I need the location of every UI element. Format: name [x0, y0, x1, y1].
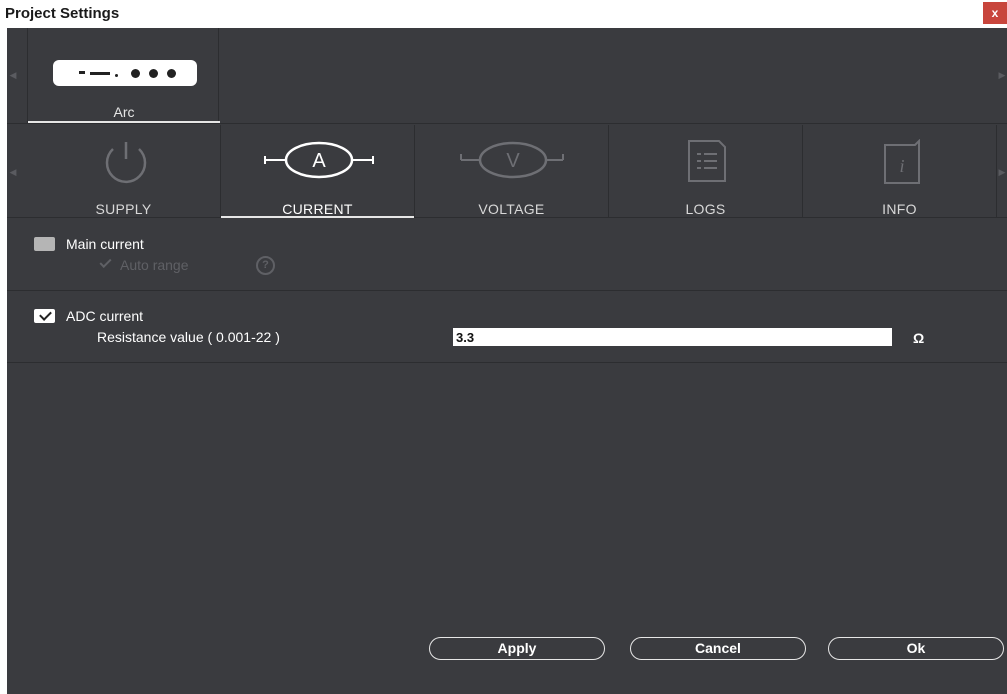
- tab-voltage[interactable]: V VOLTAGE: [415, 125, 609, 218]
- apply-button[interactable]: Apply: [429, 637, 605, 660]
- ok-button[interactable]: Ok: [828, 637, 1004, 660]
- device-selected-indicator: [28, 121, 220, 123]
- title-bar: Project Settings x: [0, 0, 1007, 28]
- main-current-label: Main current: [66, 236, 144, 252]
- ammeter-icon: A: [264, 141, 374, 179]
- svg-text:V: V: [506, 150, 520, 172]
- tab-prev-arrow-icon[interactable]: ◀: [8, 167, 18, 178]
- window-title: Project Settings: [5, 5, 120, 22]
- info-icon: i: [884, 139, 920, 184]
- cancel-button[interactable]: Cancel: [630, 637, 806, 660]
- close-button[interactable]: x: [983, 2, 1007, 24]
- tab-label: VOLTAGE: [478, 201, 545, 217]
- tab-label: INFO: [882, 201, 917, 217]
- tab-current[interactable]: A CURRENT: [221, 125, 415, 218]
- help-icon[interactable]: ?: [256, 256, 275, 275]
- resistance-input[interactable]: [453, 328, 892, 346]
- logs-icon: [688, 140, 726, 182]
- tab-active-indicator: [221, 216, 414, 218]
- device-prev-arrow-icon[interactable]: ◀: [8, 70, 18, 81]
- settings-window: ◀ Arc ▶ ◀ SUPPLY A CURRENT V VOLTAGE LOG…: [7, 28, 1007, 694]
- power-icon: [105, 142, 147, 184]
- auto-range-check-icon: [99, 255, 112, 269]
- voltmeter-icon: V: [460, 141, 564, 179]
- svg-text:i: i: [899, 156, 904, 176]
- adc-current-label: ADC current: [66, 308, 144, 324]
- tab-logs[interactable]: LOGS: [609, 125, 803, 218]
- device-name: Arc: [113, 104, 135, 120]
- device-selector-row: ◀ Arc ▶: [7, 28, 1007, 124]
- tab-label: SUPPLY: [95, 201, 152, 217]
- device-next-arrow-icon[interactable]: ▶: [997, 70, 1007, 81]
- tab-label: LOGS: [685, 201, 726, 217]
- tab-bar: ◀ SUPPLY A CURRENT V VOLTAGE LOGS i INFO…: [7, 125, 1007, 218]
- tab-label: CURRENT: [282, 201, 353, 217]
- tab-info[interactable]: i INFO: [803, 125, 997, 218]
- device-icon: [53, 60, 197, 86]
- resistance-label: Resistance value ( 0.001-22 ): [97, 329, 280, 345]
- ohm-unit-label: Ω: [913, 330, 925, 346]
- tab-supply[interactable]: SUPPLY: [27, 125, 221, 218]
- adc-current-section: ADC current Resistance value ( 0.001-22 …: [7, 291, 1007, 363]
- adc-current-checkbox[interactable]: [34, 309, 55, 323]
- main-current-section: Main current Auto range ?: [7, 219, 1007, 291]
- device-tile-arc[interactable]: Arc: [27, 28, 220, 124]
- main-current-checkbox[interactable]: [34, 237, 55, 251]
- auto-range-label: Auto range: [120, 257, 189, 273]
- tab-next-arrow-icon[interactable]: ▶: [997, 167, 1007, 178]
- svg-text:A: A: [312, 150, 326, 172]
